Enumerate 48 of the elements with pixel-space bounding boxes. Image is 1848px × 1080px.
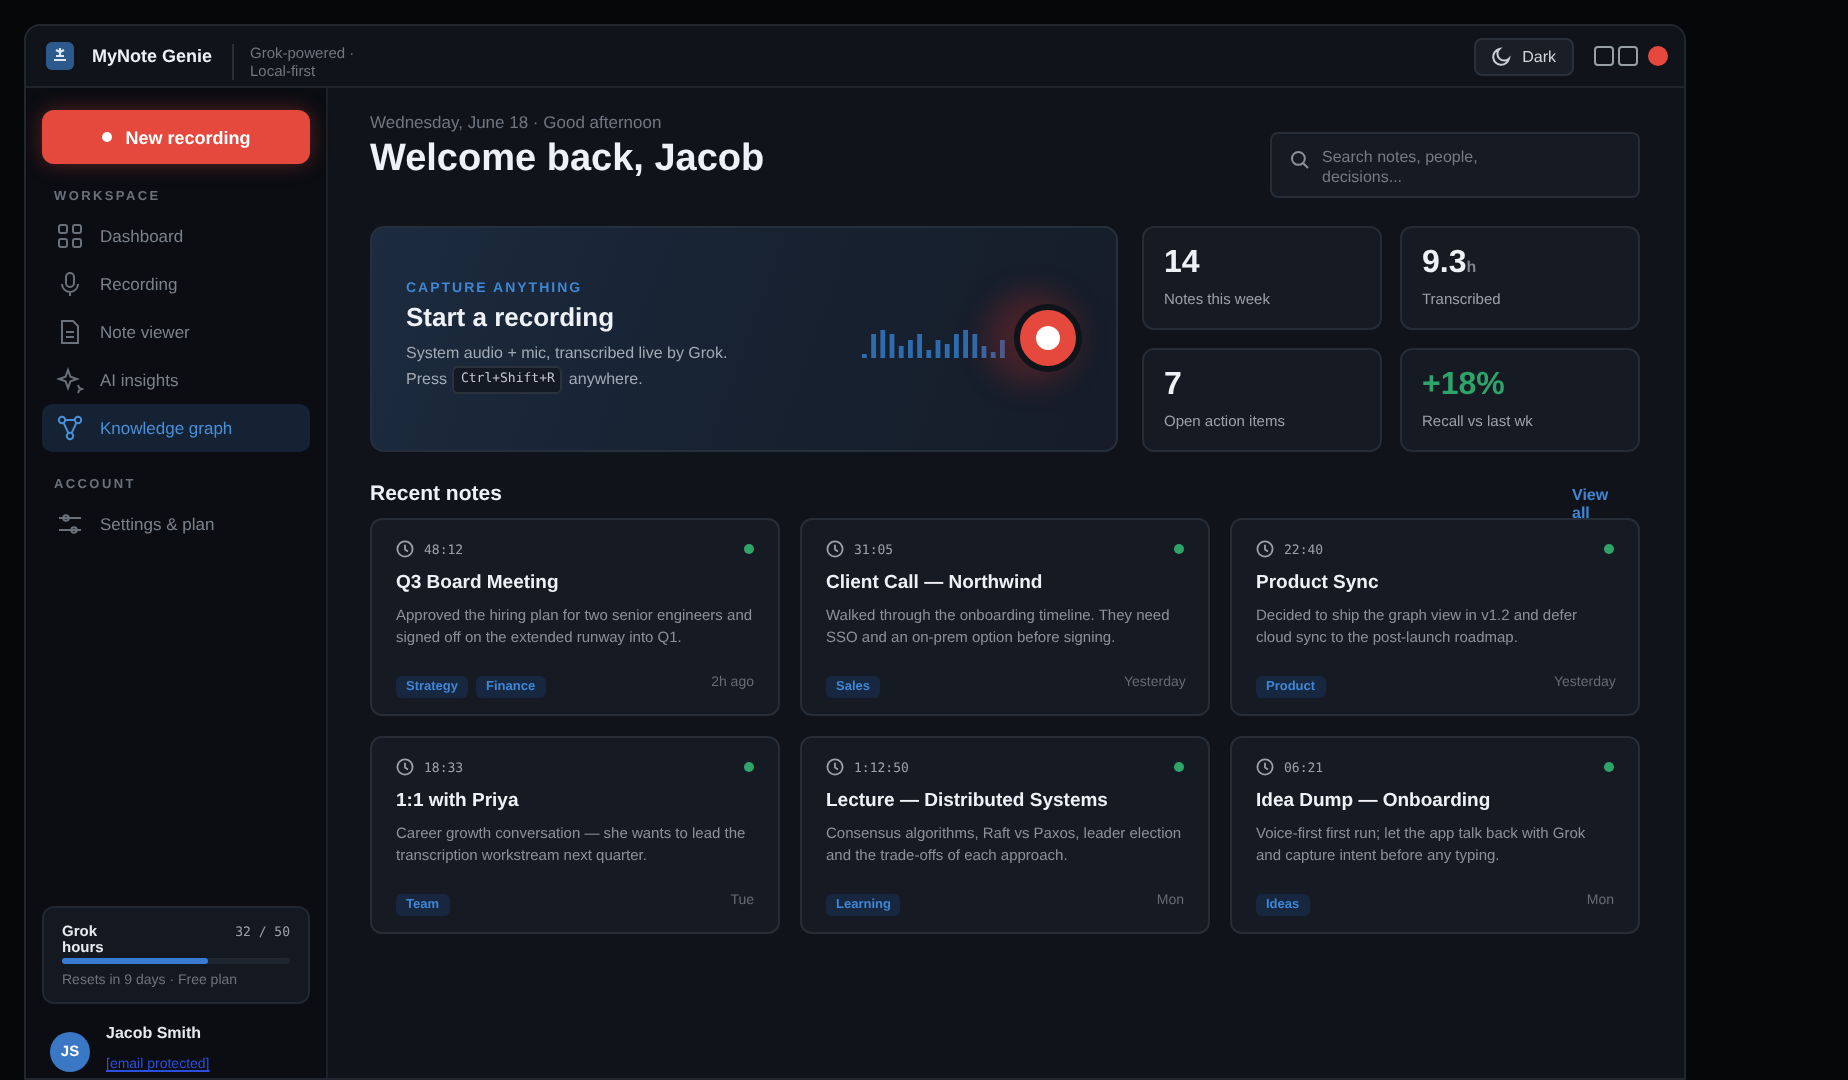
moon-icon xyxy=(1492,46,1513,66)
logo-icon xyxy=(46,42,74,70)
hero-title: Start a recording xyxy=(406,302,617,333)
sparkle-icon xyxy=(56,366,84,394)
note-title: Client Call — Northwind xyxy=(826,572,1045,595)
note-title: 1:1 with Priya xyxy=(396,790,521,813)
maximize-button[interactable] xyxy=(1618,46,1638,66)
sidebar-item[interactable]: Recording xyxy=(42,260,310,308)
grid-icon xyxy=(56,222,84,250)
hero-description: System audio + mic, transcribed live by Grok. xyxy=(406,342,730,367)
search-icon xyxy=(1290,150,1310,170)
stat-value: 14 xyxy=(1164,245,1202,282)
record-button[interactable] xyxy=(1014,304,1082,373)
note-title: Product Sync xyxy=(1256,572,1381,595)
sidebar-item[interactable]: Dashboard xyxy=(42,212,310,260)
view-all-link[interactable]: View all xyxy=(1572,485,1620,523)
document-icon xyxy=(56,318,84,346)
clock-icon xyxy=(396,758,414,777)
note-title: Idea Dump — Onboarding xyxy=(1256,790,1493,813)
section-title: Recent notes xyxy=(370,481,502,506)
theme-button[interactable]: Dark xyxy=(1474,37,1574,75)
sliders-icon xyxy=(56,510,84,538)
search-field[interactable]: Search notes, people, decisions... xyxy=(1270,132,1640,198)
clock-icon xyxy=(1256,540,1274,559)
graph-icon xyxy=(56,414,84,442)
note-title: Q3 Board Meeting xyxy=(396,572,561,595)
minimize-button[interactable] xyxy=(1594,46,1614,66)
sidebar-item[interactable]: Knowledge graph xyxy=(42,404,310,452)
user-name: Jacob Smith xyxy=(106,1024,204,1042)
sidebar-item[interactable]: Note viewer xyxy=(42,308,310,356)
stat-value: +18% xyxy=(1422,367,1507,404)
note-title: Lecture — Distributed Systems xyxy=(826,790,1110,813)
stat-value: 7 xyxy=(1164,367,1184,404)
sidebar-item[interactable]: AI insights xyxy=(42,356,310,404)
stat-value: 9.3h xyxy=(1422,245,1479,282)
clock-icon xyxy=(1256,758,1274,777)
hero-text: anywhere. xyxy=(568,368,643,393)
clock-icon xyxy=(826,540,844,559)
clock-icon xyxy=(826,758,844,777)
clock-icon xyxy=(396,540,414,559)
date-text: Wednesday, June 18 · Good afternoon xyxy=(370,112,664,132)
sidebar-item[interactable]: Settings & plan xyxy=(42,500,310,548)
hero-text: Press xyxy=(406,368,447,393)
greeting: Welcome back, Jacob xyxy=(370,138,765,182)
microphone-icon xyxy=(56,270,84,298)
new-recording-button[interactable]: New recording xyxy=(42,110,310,164)
close-button[interactable] xyxy=(1648,46,1668,66)
app-title: MyNote Genie xyxy=(92,46,213,66)
